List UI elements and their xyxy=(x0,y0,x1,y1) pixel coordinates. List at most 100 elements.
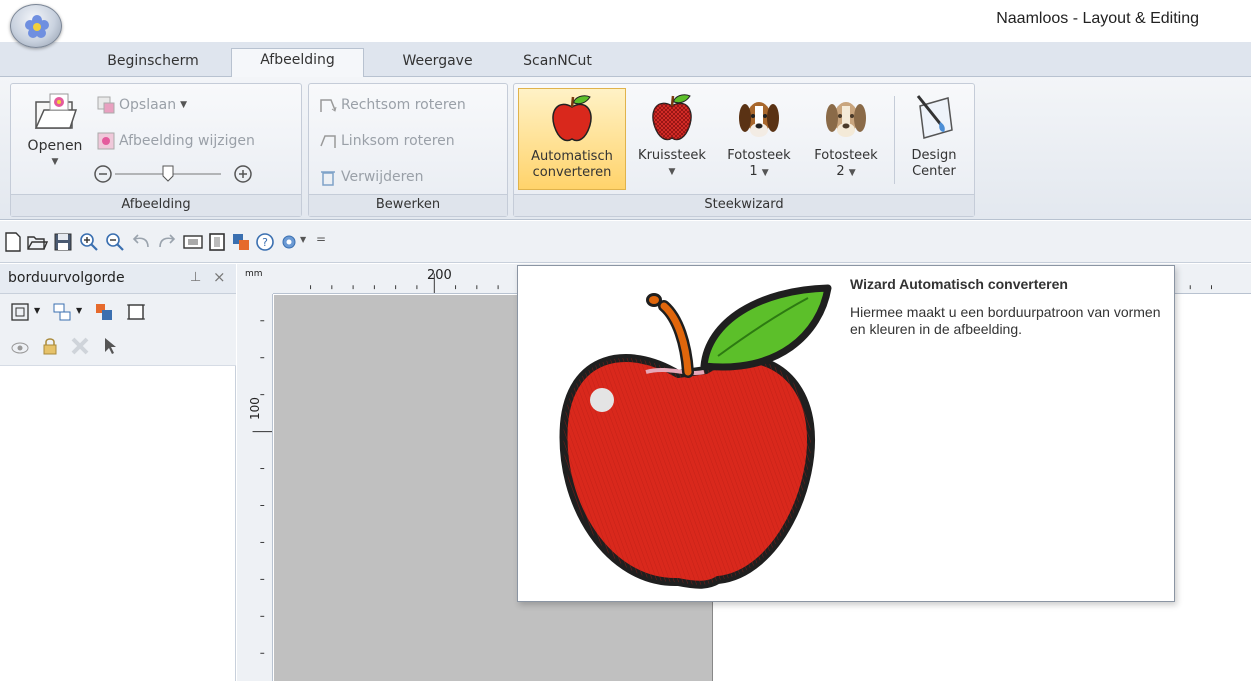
chevron-down-icon: ▼ xyxy=(180,100,188,110)
flower-logo-icon xyxy=(25,15,49,38)
photo-stitch-1-number: 1 xyxy=(749,164,758,179)
select-arrow-icon[interactable] xyxy=(100,336,120,356)
color-order-icon[interactable] xyxy=(94,302,114,322)
photo-stitch-2-label: Fotosteek xyxy=(814,148,878,163)
save-image-icon xyxy=(97,96,115,114)
zoom-fit-icon[interactable] xyxy=(10,302,30,322)
customize-toolbar-icon[interactable]: = xyxy=(316,232,326,246)
undo-icon[interactable] xyxy=(130,231,152,253)
chevron-down-icon[interactable]: ▼ xyxy=(34,306,40,315)
group-afbeelding: Openen ▼ Opslaan ▼ Afbeelding wijzigen A… xyxy=(10,83,302,217)
chevron-down-icon: ▼ xyxy=(668,167,676,177)
tab-weergave[interactable]: Weergave xyxy=(375,50,500,77)
modify-image-button[interactable]: Afbeelding wijzigen xyxy=(97,132,255,150)
rotate-right-icon xyxy=(320,99,337,112)
open-folder-icon[interactable] xyxy=(26,231,48,253)
tooltip-title: Wizard Automatisch converteren xyxy=(850,276,1068,292)
group-icon[interactable] xyxy=(52,302,72,322)
group-label-bewerken: Bewerken xyxy=(309,194,507,216)
chevron-down-icon: ▼ xyxy=(848,168,856,178)
tooltip-auto-convert: Wizard Automatisch converteren Hiermee m… xyxy=(517,265,1175,602)
ruler-unit: mm xyxy=(237,264,273,294)
chevron-down-icon[interactable]: ▼ xyxy=(76,306,82,315)
save-icon[interactable] xyxy=(52,231,74,253)
group-steekwizard: Automatisch converteren Kruissteek ▼ Fot… xyxy=(513,83,975,217)
ruler-h-label: 200 xyxy=(427,268,452,283)
ribbon-tab-strip: Beginscherm Afbeelding Weergave ScanNCut xyxy=(0,42,1251,78)
settings-gear-icon[interactable] xyxy=(278,231,300,253)
pane-title: borduurvolgorde xyxy=(8,270,125,286)
pane-header: borduurvolgorde ⊥ × xyxy=(0,264,236,294)
design-center-icon xyxy=(916,95,953,139)
embroidered-apple-image xyxy=(528,274,844,596)
design-center-button[interactable]: Design Center xyxy=(898,88,970,190)
quick-access-toolbar: ? ▼ = xyxy=(0,221,1251,263)
chevron-down-icon: ▼ xyxy=(51,157,59,167)
save-label: Opslaan xyxy=(119,97,177,113)
open-button[interactable]: Openen ▼ xyxy=(17,92,93,184)
tab-beginscherm[interactable]: Beginscherm xyxy=(88,50,218,77)
application-menu-button[interactable] xyxy=(10,4,62,48)
tab-scanncut[interactable]: ScanNCut xyxy=(505,50,610,77)
delete-label: Verwijderen xyxy=(341,169,424,185)
photo-stitch-2-number: 2 xyxy=(836,164,845,179)
eye-icon[interactable] xyxy=(10,338,30,358)
rotate-left-label: Linksom roteren xyxy=(341,133,455,149)
title-bar: Naamloos - Layout & Editing xyxy=(0,0,1251,48)
new-file-icon[interactable] xyxy=(2,231,24,253)
zoom-in-icon[interactable] xyxy=(78,231,100,253)
svg-text:?: ? xyxy=(262,236,268,249)
zoom-out-icon[interactable] xyxy=(104,231,126,253)
delete-button[interactable]: Verwijderen xyxy=(319,168,424,186)
group-bewerken: Rechtsom roteren Linksom roteren Verwijd… xyxy=(308,83,508,217)
rotate-left-icon xyxy=(320,135,336,148)
group-label-afbeelding: Afbeelding xyxy=(11,194,301,216)
dog-photo-icon xyxy=(739,102,779,137)
redo-icon[interactable] xyxy=(156,231,178,253)
pin-icon[interactable]: ⊥ xyxy=(190,270,201,285)
save-button[interactable]: Opslaan ▼ xyxy=(97,96,187,114)
vertical-ruler xyxy=(237,294,273,681)
modify-image-label: Afbeelding wijzigen xyxy=(119,133,255,149)
ribbon: Openen ▼ Opslaan ▼ Afbeelding wijzigen A… xyxy=(0,77,1251,220)
trash-icon xyxy=(321,171,335,186)
design-page-icon[interactable] xyxy=(182,231,204,253)
cross-stitch-button[interactable]: Kruissteek ▼ xyxy=(628,88,716,190)
brightness-slider[interactable] xyxy=(93,162,263,186)
cross-stitch-apple-icon xyxy=(652,94,692,141)
chevron-down-icon[interactable]: ▼ xyxy=(300,235,306,244)
ruler-v-label: 100 xyxy=(248,397,262,420)
group-label-steekwizard: Steekwizard xyxy=(514,194,974,216)
modify-image-icon xyxy=(97,132,115,150)
design-center-label-1: Design xyxy=(911,148,957,163)
dog-photo-sepia-icon xyxy=(826,102,866,137)
auto-convert-label-1: Automatisch xyxy=(531,149,613,164)
frame-icon[interactable] xyxy=(126,302,146,322)
window-title: Naamloos - Layout & Editing xyxy=(996,10,1199,27)
photo-stitch-2-button[interactable]: Fotosteek 2 ▼ xyxy=(802,88,890,190)
apple-icon xyxy=(552,95,592,142)
auto-convert-label-2: converteren xyxy=(532,165,612,180)
hoop-icon[interactable] xyxy=(206,231,228,253)
rotate-left-button[interactable]: Linksom roteren xyxy=(319,132,455,150)
delete-x-icon[interactable] xyxy=(70,336,90,356)
cross-stitch-label: Kruissteek xyxy=(638,148,706,163)
open-label: Openen xyxy=(27,138,83,154)
lock-icon[interactable] xyxy=(40,336,60,356)
tooltip-body: Hiermee maakt u een borduurpatroon van v… xyxy=(850,304,1161,337)
close-icon[interactable]: × xyxy=(213,268,226,286)
open-folder-icon xyxy=(34,93,78,129)
pane-toolbar: ▼ ▼ xyxy=(0,294,236,366)
rotate-right-button[interactable]: Rechtsom roteren xyxy=(319,96,466,114)
help-icon[interactable]: ? xyxy=(254,231,276,253)
sewing-order-pane: borduurvolgorde ⊥ × ▼ ▼ xyxy=(0,264,236,681)
rotate-right-label: Rechtsom roteren xyxy=(341,97,466,113)
photo-stitch-1-button[interactable]: Fotosteek 1 ▼ xyxy=(716,88,802,190)
chevron-down-icon: ▼ xyxy=(761,168,769,178)
color-sort-icon[interactable] xyxy=(230,231,252,253)
photo-stitch-1-label: Fotosteek xyxy=(727,148,791,163)
tab-afbeelding[interactable]: Afbeelding xyxy=(231,48,364,78)
group-separator xyxy=(894,96,895,184)
design-center-label-2: Center xyxy=(912,164,956,179)
auto-convert-button[interactable]: Automatisch converteren xyxy=(518,88,626,190)
